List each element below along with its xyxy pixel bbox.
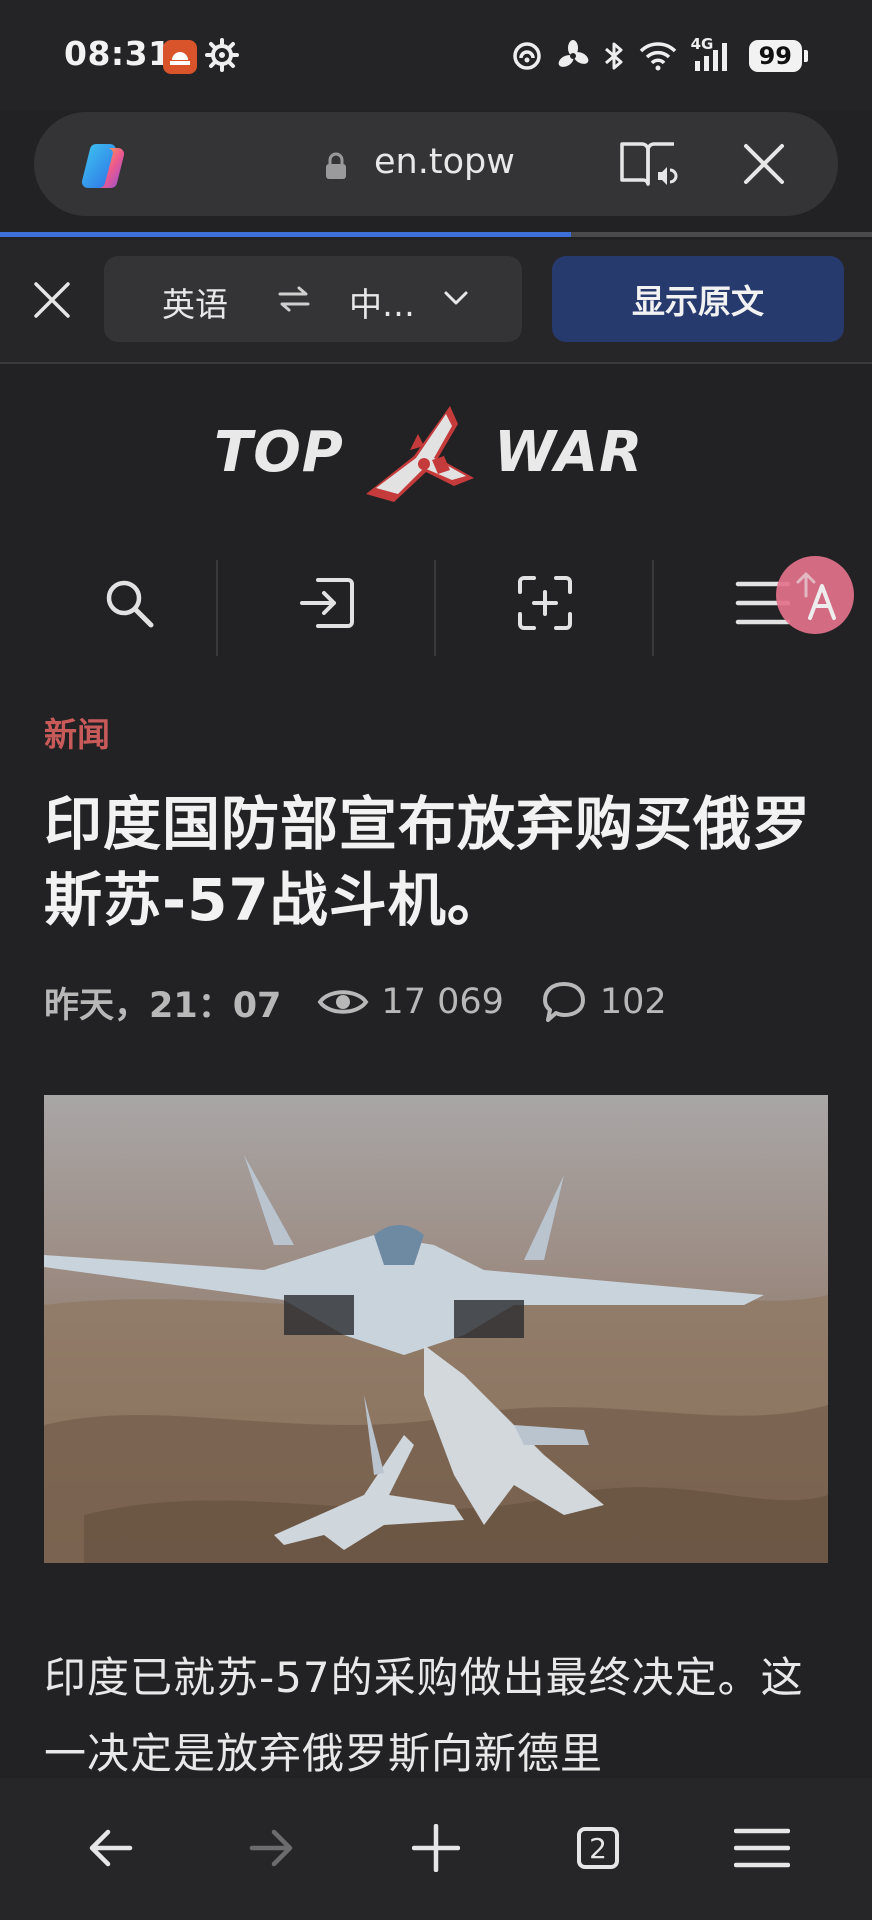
status-time: 08:31 bbox=[64, 34, 172, 73]
translate-fab[interactable] bbox=[776, 556, 854, 634]
forward-icon[interactable] bbox=[248, 1826, 296, 1870]
eye-icon bbox=[317, 990, 369, 1014]
new-tab-icon[interactable] bbox=[412, 1824, 460, 1872]
article-body-text: 印度已就苏-57的采购做出最终决定。这一决定是放弃俄罗斯向新德里 bbox=[44, 1653, 804, 1778]
signal-icon: 4G bbox=[691, 35, 735, 73]
views-count: 17 069 bbox=[381, 982, 504, 1022]
fighter-jet-logo-icon bbox=[366, 406, 474, 502]
article-meta: 昨天，21：07 17 069 102 bbox=[44, 978, 667, 1026]
close-tab-icon[interactable] bbox=[740, 140, 788, 188]
wifi-icon bbox=[639, 42, 676, 71]
lock-icon bbox=[326, 152, 346, 179]
new-tab-button[interactable] bbox=[386, 1808, 486, 1888]
nav-search[interactable] bbox=[20, 548, 238, 658]
page-load-progress bbox=[0, 232, 872, 237]
status-bar: 08:31 4G 99 bbox=[0, 0, 872, 110]
logo-text-right: WAR bbox=[494, 420, 644, 485]
chevron-down-icon[interactable] bbox=[442, 286, 470, 310]
tabs-button[interactable]: 2 bbox=[548, 1808, 648, 1888]
site-logo[interactable]: TOP WAR bbox=[214, 398, 658, 508]
bottom-toolbar: 2 bbox=[0, 1778, 872, 1920]
translation-bar: 英语 中… 显示原文 bbox=[0, 240, 872, 364]
forward-button[interactable] bbox=[222, 1808, 322, 1888]
comments-count-group[interactable]: 102 bbox=[542, 980, 667, 1024]
article-category-tag[interactable]: 新闻 bbox=[44, 708, 110, 756]
notification-app-icon bbox=[163, 40, 197, 74]
comment-icon[interactable] bbox=[542, 980, 586, 1024]
fan-icon bbox=[558, 40, 588, 67]
back-icon[interactable] bbox=[86, 1826, 134, 1870]
status-icons: 4G 99 bbox=[511, 35, 808, 76]
battery-indicator: 99 bbox=[748, 40, 808, 72]
views-count-group: 17 069 bbox=[317, 982, 504, 1022]
article-date: 昨天，21：07 bbox=[44, 985, 282, 1026]
language-selector[interactable]: 英语 中… bbox=[104, 256, 522, 342]
nav-login[interactable] bbox=[218, 548, 436, 658]
search-icon[interactable] bbox=[101, 575, 157, 631]
nav-add[interactable] bbox=[436, 548, 654, 658]
browser-menu-icon[interactable] bbox=[734, 1827, 790, 1869]
site-navigation bbox=[20, 548, 852, 658]
gear-icon bbox=[205, 38, 239, 72]
address-bar[interactable]: en.topw bbox=[34, 112, 838, 216]
copilot-icon[interactable] bbox=[76, 138, 132, 194]
swap-icon[interactable] bbox=[276, 284, 312, 314]
tabs-icon[interactable]: 2 bbox=[577, 1827, 619, 1869]
browser-menu-button[interactable] bbox=[712, 1808, 812, 1888]
hotspot-icon bbox=[512, 42, 541, 70]
close-translation-icon[interactable] bbox=[32, 280, 72, 320]
show-original-button[interactable]: 显示原文 bbox=[552, 256, 844, 342]
fighter-jets-photo bbox=[44, 1095, 828, 1563]
progress-fill bbox=[0, 232, 572, 237]
reader-icon[interactable] bbox=[618, 136, 678, 192]
login-icon[interactable] bbox=[296, 574, 358, 632]
add-icon[interactable] bbox=[516, 574, 574, 632]
comments-count[interactable]: 102 bbox=[600, 982, 667, 1022]
url-text[interactable]: en.topw bbox=[374, 142, 515, 182]
logo-text-left: TOP bbox=[214, 420, 344, 485]
translate-icon[interactable] bbox=[776, 556, 854, 634]
bluetooth-icon bbox=[604, 42, 623, 70]
battery-level: 99 bbox=[748, 40, 802, 72]
back-button[interactable] bbox=[60, 1808, 160, 1888]
article-hero-image[interactable] bbox=[44, 1095, 828, 1563]
target-language[interactable]: 中… bbox=[349, 278, 415, 326]
source-language[interactable]: 英语 bbox=[162, 278, 228, 326]
article-title: 印度国防部宣布放弃购买俄罗斯苏-57战斗机。 bbox=[44, 790, 812, 934]
